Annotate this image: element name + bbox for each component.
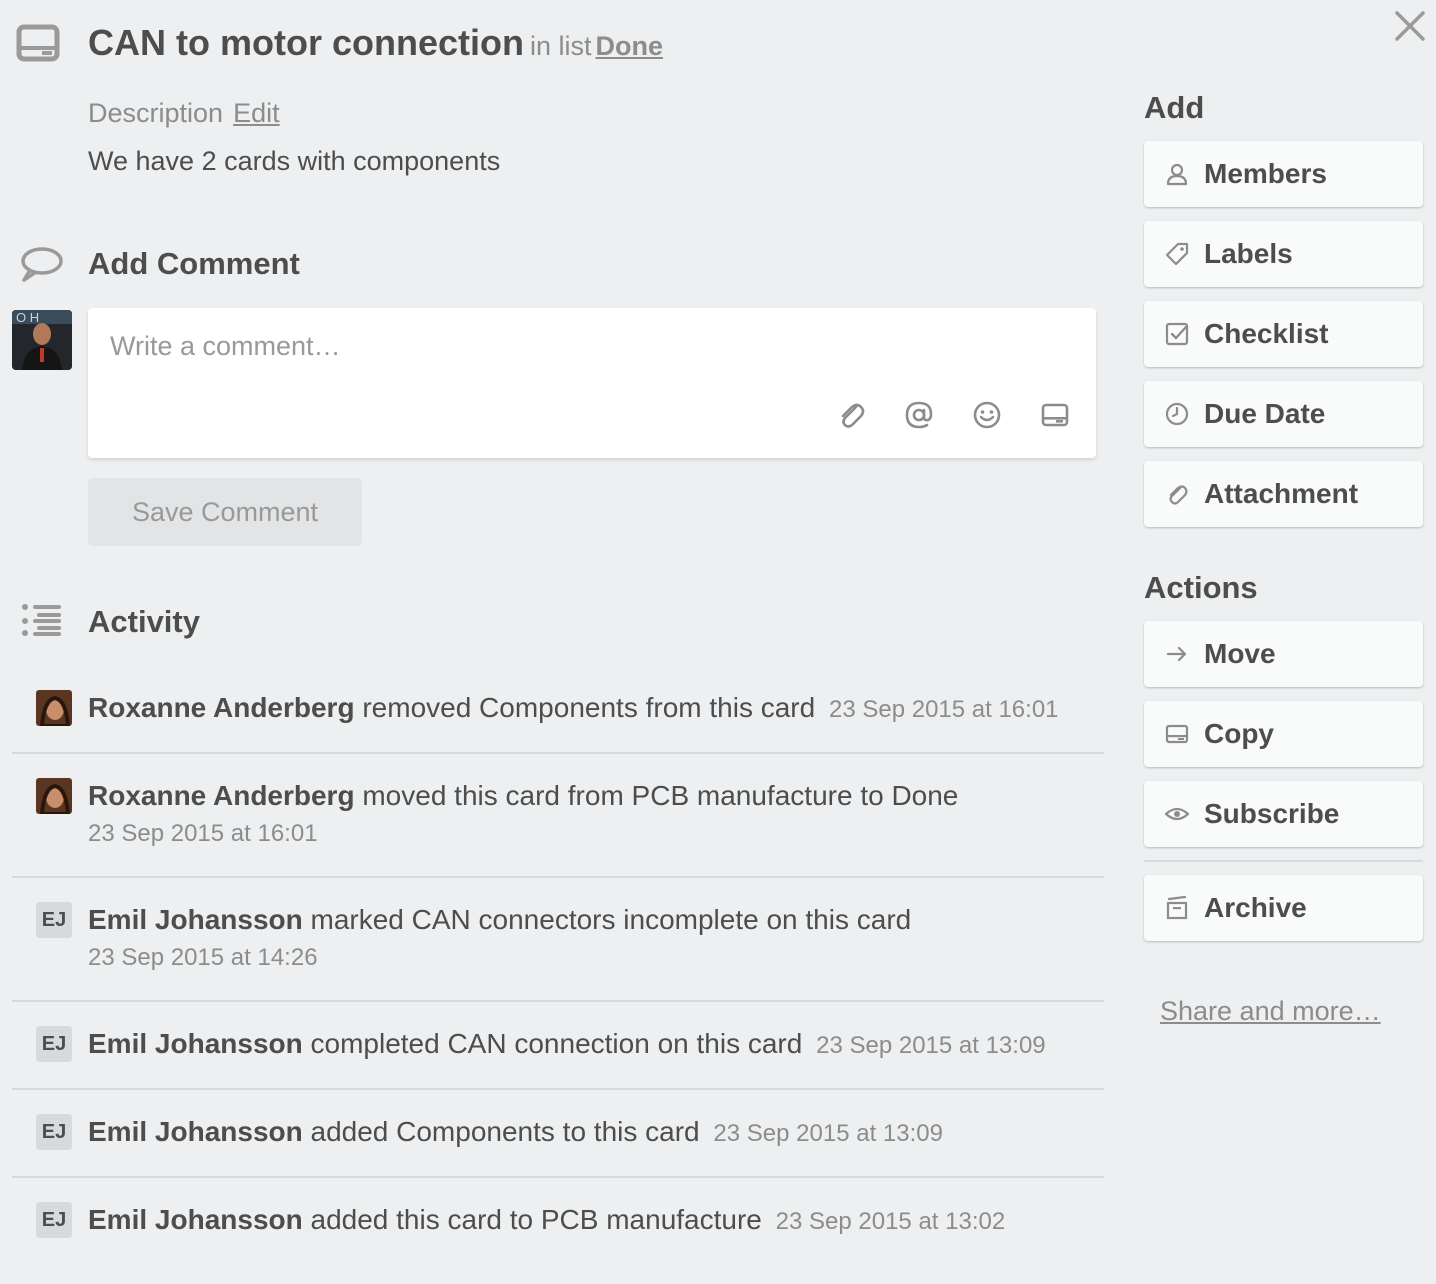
activity-item: EJ Emil Johansson added this card to PCB… <box>12 1178 1104 1266</box>
save-comment-button[interactable]: Save Comment <box>88 478 362 546</box>
activity-timestamp[interactable]: 23 Sep 2015 at 13:02 <box>776 1208 1006 1235</box>
copy-button[interactable]: Copy <box>1144 701 1423 767</box>
activity-user-name[interactable]: Emil Johansson <box>88 1116 303 1147</box>
checklist-label: Checklist <box>1204 318 1329 349</box>
copy-label: Copy <box>1204 718 1274 749</box>
activity-list-icon <box>22 604 61 636</box>
svg-text:O H: O H <box>16 310 39 325</box>
labels-button[interactable]: Labels <box>1144 221 1423 287</box>
activity-user-name[interactable]: Roxanne Anderberg <box>88 780 355 811</box>
activity-item: Roxanne Anderberg removed Components fro… <box>12 668 1104 754</box>
description-section: Description Edit <box>88 98 280 129</box>
mention-icon[interactable] <box>902 398 936 432</box>
members-button[interactable]: Members <box>1144 141 1423 207</box>
move-label: Move <box>1204 638 1276 669</box>
activity-heading: Activity <box>88 604 200 639</box>
tag-icon <box>1165 242 1189 266</box>
due-date-label: Due Date <box>1204 398 1326 429</box>
avatar-initials[interactable]: EJ <box>36 902 72 938</box>
activity-description: removed Components from this card <box>362 692 816 723</box>
avatar-initials[interactable]: EJ <box>36 1026 72 1062</box>
avatar[interactable] <box>36 690 72 726</box>
activity-description: completed CAN connection on this card <box>310 1028 803 1059</box>
activity-timestamp[interactable]: 23 Sep 2015 at 14:26 <box>88 944 318 972</box>
activity-description: added Components to this card <box>310 1116 700 1147</box>
checkbox-icon <box>1165 322 1189 346</box>
activity-item: EJ Emil Johansson completed CAN connecti… <box>12 1002 1104 1090</box>
sidebar-divider <box>1144 860 1423 862</box>
add-comment-heading: Add Comment <box>88 246 300 281</box>
activity-description: moved this card from PCB manufacture to … <box>362 780 959 811</box>
comment-box <box>88 308 1096 458</box>
share-and-more-link[interactable]: Share and more… <box>1160 996 1381 1027</box>
activity-user-name[interactable]: Emil Johansson <box>88 1028 303 1059</box>
avatar[interactable]: O H <box>12 310 72 370</box>
activity-user-name[interactable]: Roxanne Anderberg <box>88 692 355 723</box>
activity-item: Roxanne Anderberg moved this card from P… <box>12 754 1104 878</box>
actions-heading: Actions <box>1144 570 1258 605</box>
activity-timestamp[interactable]: 23 Sep 2015 at 13:09 <box>713 1120 943 1147</box>
card-link-icon[interactable] <box>1038 398 1072 432</box>
card-title[interactable]: CAN to motor connection <box>88 22 524 63</box>
description-label: Description <box>88 98 224 128</box>
archive-label: Archive <box>1204 892 1307 923</box>
subscribe-label: Subscribe <box>1204 798 1340 829</box>
arrow-right-icon <box>1166 646 1187 662</box>
attachment-label: Attachment <box>1204 478 1359 509</box>
archive-icon <box>1166 895 1188 920</box>
activity-timestamp[interactable]: 23 Sep 2015 at 16:01 <box>88 820 318 848</box>
activity-item: EJ Emil Johansson marked CAN connectors … <box>12 878 1104 1002</box>
subscribe-button[interactable]: Subscribe <box>1144 781 1423 847</box>
activity-user-name[interactable]: Emil Johansson <box>88 904 303 935</box>
activity-description: added this card to PCB manufacture <box>310 1204 762 1235</box>
due-date-button[interactable]: Due Date <box>1144 381 1423 447</box>
archive-button[interactable]: Archive <box>1144 875 1423 941</box>
description-edit-link[interactable]: Edit <box>233 98 280 128</box>
person-icon <box>1166 163 1188 186</box>
clock-icon <box>1165 402 1189 426</box>
activity-user-name[interactable]: Emil Johansson <box>88 1204 303 1235</box>
card-icon <box>16 24 60 62</box>
emoji-icon[interactable] <box>970 398 1004 432</box>
activity-timestamp[interactable]: 23 Sep 2015 at 16:01 <box>829 696 1059 723</box>
card-icon <box>1165 724 1189 744</box>
avatar-initials[interactable]: EJ <box>36 1202 72 1238</box>
comment-input[interactable] <box>110 326 810 366</box>
paperclip-icon[interactable] <box>834 398 868 432</box>
speech-bubble-icon <box>21 247 63 282</box>
card-header: CAN to motor connection in list Done <box>88 22 663 64</box>
activity-item: EJ Emil Johansson added Components to th… <box>12 1090 1104 1178</box>
in-list-label: in list <box>529 31 592 61</box>
eye-icon <box>1164 807 1190 821</box>
activity-timestamp[interactable]: 23 Sep 2015 at 13:09 <box>816 1032 1046 1059</box>
list-link[interactable]: Done <box>596 31 664 61</box>
members-label: Members <box>1204 158 1327 189</box>
avatar-initials[interactable]: EJ <box>36 1114 72 1150</box>
attachment-button[interactable]: Attachment <box>1144 461 1423 527</box>
labels-label: Labels <box>1204 238 1293 269</box>
avatar[interactable] <box>36 778 72 814</box>
close-icon[interactable] <box>1392 8 1428 44</box>
move-button[interactable]: Move <box>1144 621 1423 687</box>
paperclip-icon <box>1169 485 1188 505</box>
add-heading: Add <box>1144 90 1205 125</box>
activity-description: marked CAN connectors incomplete on this… <box>310 904 912 935</box>
description-text[interactable]: We have 2 cards with components <box>88 146 500 177</box>
checklist-button[interactable]: Checklist <box>1144 301 1423 367</box>
